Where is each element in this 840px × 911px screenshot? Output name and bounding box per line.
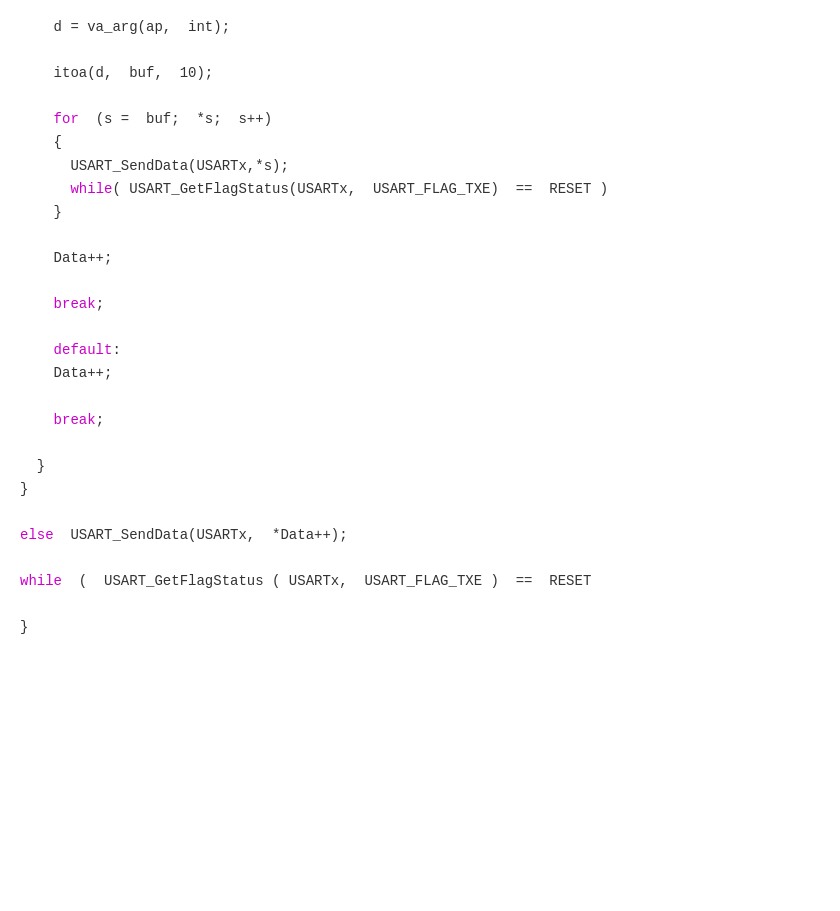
code-line: itoa(d, buf, 10); [20, 62, 820, 85]
code-line: break; [20, 409, 820, 432]
code-line: } [20, 478, 820, 501]
code-line: USART_SendData(USARTx,*s); [20, 155, 820, 178]
normal-token: ; [96, 296, 104, 312]
empty-line [20, 85, 820, 108]
code-line: { [20, 131, 820, 154]
code-line: } [20, 616, 820, 639]
empty-line [20, 501, 820, 524]
code-line: break; [20, 293, 820, 316]
code-line: Data++; [20, 362, 820, 385]
empty-line [20, 593, 820, 616]
keyword-token: break [54, 296, 96, 312]
keyword-token: while [70, 181, 112, 197]
empty-line [20, 432, 820, 455]
code-line: d = va_arg(ap, int); [20, 16, 820, 39]
keyword-token: for [54, 111, 79, 127]
keyword-token: else [20, 527, 54, 543]
code-line: while( USART_GetFlagStatus(USARTx, USART… [20, 178, 820, 201]
code-line: for (s = buf; *s; s++) [20, 108, 820, 131]
code-line: } [20, 201, 820, 224]
normal-token: ( USART_GetFlagStatus(USARTx, USART_FLAG… [112, 181, 608, 197]
normal-token: USART_SendData(USARTx, *Data++); [54, 527, 348, 543]
code-line: } [20, 455, 820, 478]
normal-token: ( USART_GetFlagStatus ( USARTx, USART_FL… [62, 573, 591, 589]
normal-token: : [112, 342, 120, 358]
empty-line [20, 224, 820, 247]
empty-line [20, 547, 820, 570]
empty-line [20, 270, 820, 293]
empty-line [20, 39, 820, 62]
code-block: d = va_arg(ap, int); itoa(d, buf, 10); f… [20, 16, 820, 640]
normal-token: (s = buf; *s; s++) [79, 111, 272, 127]
code-line: default: [20, 339, 820, 362]
keyword-token: while [20, 573, 62, 589]
keyword-token: default [54, 342, 113, 358]
empty-line [20, 316, 820, 339]
code-line: while ( USART_GetFlagStatus ( USARTx, US… [20, 570, 820, 593]
code-line: Data++; [20, 247, 820, 270]
normal-token: ; [96, 412, 104, 428]
empty-line [20, 386, 820, 409]
code-line: else USART_SendData(USARTx, *Data++); [20, 524, 820, 547]
code-container: d = va_arg(ap, int); itoa(d, buf, 10); f… [0, 0, 840, 911]
keyword-token: break [54, 412, 96, 428]
